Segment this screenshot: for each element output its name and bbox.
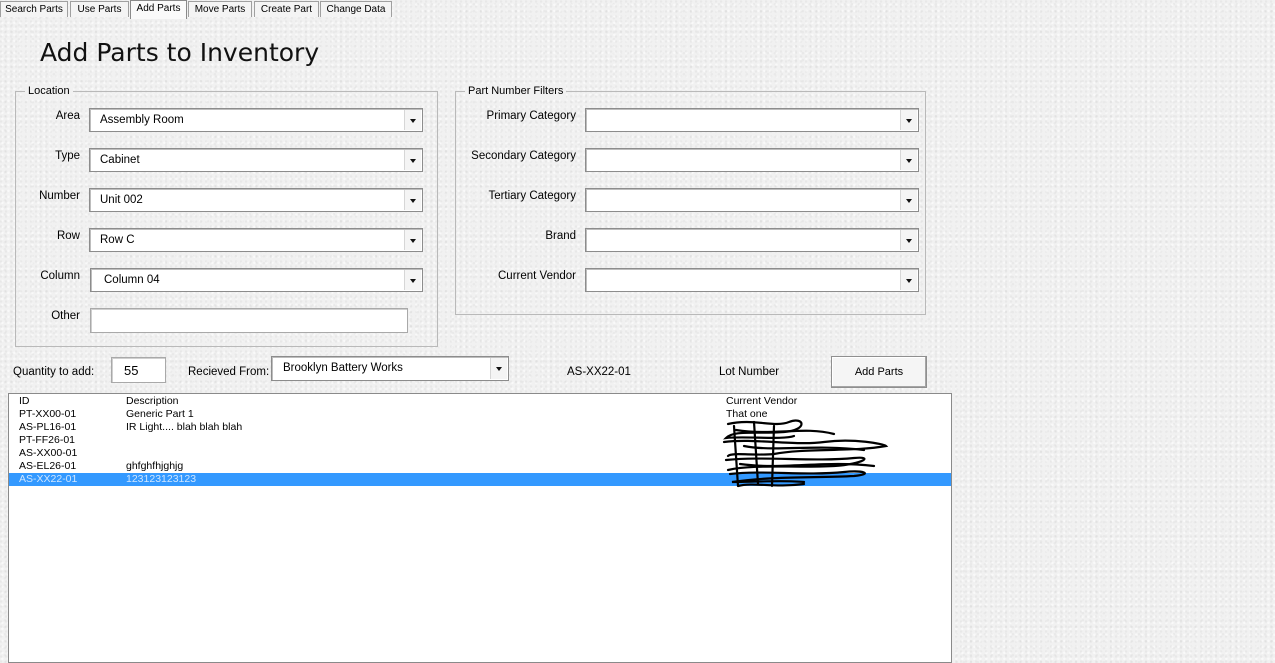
tab-create-part[interactable]: Create Part xyxy=(254,1,319,17)
part-id: PT-FF26-01 xyxy=(19,434,76,446)
other-input[interactable] xyxy=(90,308,408,333)
description-column-header: Description xyxy=(126,395,179,407)
chevron-down-icon[interactable] xyxy=(404,110,421,130)
part-description: ghfghfhjghjg xyxy=(126,460,184,472)
chevron-down-icon[interactable] xyxy=(404,150,421,170)
page-title: Add Parts to Inventory xyxy=(40,38,320,67)
number-value: Unit 002 xyxy=(100,194,143,206)
vendor-column-header: Current Vendor xyxy=(726,395,798,407)
chevron-down-icon[interactable] xyxy=(404,270,421,290)
chevron-down-icon[interactable] xyxy=(900,150,917,170)
part-description: 123123123123 xyxy=(126,473,197,485)
type-value: Cabinet xyxy=(100,154,140,166)
received-from-combo[interactable]: Brooklyn Battery Works xyxy=(271,356,509,381)
current-vendor-combo[interactable] xyxy=(585,268,919,292)
tab-move-parts[interactable]: Move Parts xyxy=(188,1,252,17)
column-value: Column 04 xyxy=(104,274,160,286)
list-header: ID Description Current Vendor xyxy=(9,395,951,408)
tab-use-parts[interactable]: Use Parts xyxy=(70,1,129,17)
chevron-down-icon[interactable] xyxy=(900,190,917,210)
tab-strip: Search Parts Use Parts Add Parts Move Pa… xyxy=(0,0,1275,19)
row-label: Row xyxy=(56,230,80,242)
location-legend: Location xyxy=(25,85,73,98)
parts-list[interactable]: ID Description Current Vendor PT-XX00-01… xyxy=(8,393,952,663)
current-vendor-label: Current Vendor xyxy=(498,270,576,282)
row-value: Row C xyxy=(100,234,135,246)
tertiary-category-combo[interactable] xyxy=(585,188,919,212)
column-combo[interactable]: Column 04 xyxy=(90,268,423,292)
chevron-down-icon[interactable] xyxy=(900,230,917,250)
number-label: Number xyxy=(39,190,80,202)
id-column-header: ID xyxy=(19,395,30,407)
selected-part-id: AS-XX22-01 xyxy=(567,366,631,378)
chevron-down-icon[interactable] xyxy=(900,270,917,290)
number-combo[interactable]: Unit 002 xyxy=(89,188,423,212)
brand-combo[interactable] xyxy=(585,228,919,252)
add-parts-button[interactable]: Add Parts xyxy=(831,356,927,388)
quantity-input[interactable]: 55 xyxy=(111,357,166,383)
tab-search-parts[interactable]: Search Parts xyxy=(0,1,68,17)
lot-number-label: Lot Number xyxy=(719,366,780,378)
chevron-down-icon[interactable] xyxy=(490,358,507,379)
secondary-category-label: Secondary Category xyxy=(471,150,576,162)
received-from-label: Recieved From: xyxy=(188,366,270,378)
secondary-category-combo[interactable] xyxy=(585,148,919,172)
primary-category-combo[interactable] xyxy=(585,108,919,132)
filters-legend: Part Number Filters xyxy=(465,85,567,98)
brand-label: Brand xyxy=(545,230,576,242)
quantity-label: Quantity to add: xyxy=(13,366,95,378)
part-id: AS-XX00-01 xyxy=(19,447,78,459)
chevron-down-icon[interactable] xyxy=(404,230,421,250)
part-id: AS-EL26-01 xyxy=(19,460,77,472)
part-id: PT-XX00-01 xyxy=(19,408,77,420)
part-id: AS-PL16-01 xyxy=(19,421,77,433)
type-combo[interactable]: Cabinet xyxy=(89,148,423,172)
row-combo[interactable]: Row C xyxy=(89,228,423,252)
other-label: Other xyxy=(51,310,80,322)
part-description: Generic Part 1 xyxy=(126,408,194,420)
tab-add-parts[interactable]: Add Parts xyxy=(130,0,187,19)
area-label: Area xyxy=(55,110,80,122)
part-description: IR Light.... blah blah blah xyxy=(126,421,243,433)
area-combo[interactable]: Assembly Room xyxy=(89,108,423,132)
part-id: AS-XX22-01 xyxy=(19,473,78,485)
redaction-scribble xyxy=(722,419,889,488)
tab-change-data[interactable]: Change Data xyxy=(320,1,392,17)
column-label: Column xyxy=(40,270,80,282)
received-from-value: Brooklyn Battery Works xyxy=(283,362,403,374)
chevron-down-icon[interactable] xyxy=(900,110,917,130)
primary-category-label: Primary Category xyxy=(486,110,576,122)
area-value: Assembly Room xyxy=(100,114,184,126)
type-label: Type xyxy=(55,150,80,162)
chevron-down-icon[interactable] xyxy=(404,190,421,210)
quantity-value: 55 xyxy=(124,363,139,378)
tertiary-category-label: Tertiary Category xyxy=(488,190,576,202)
